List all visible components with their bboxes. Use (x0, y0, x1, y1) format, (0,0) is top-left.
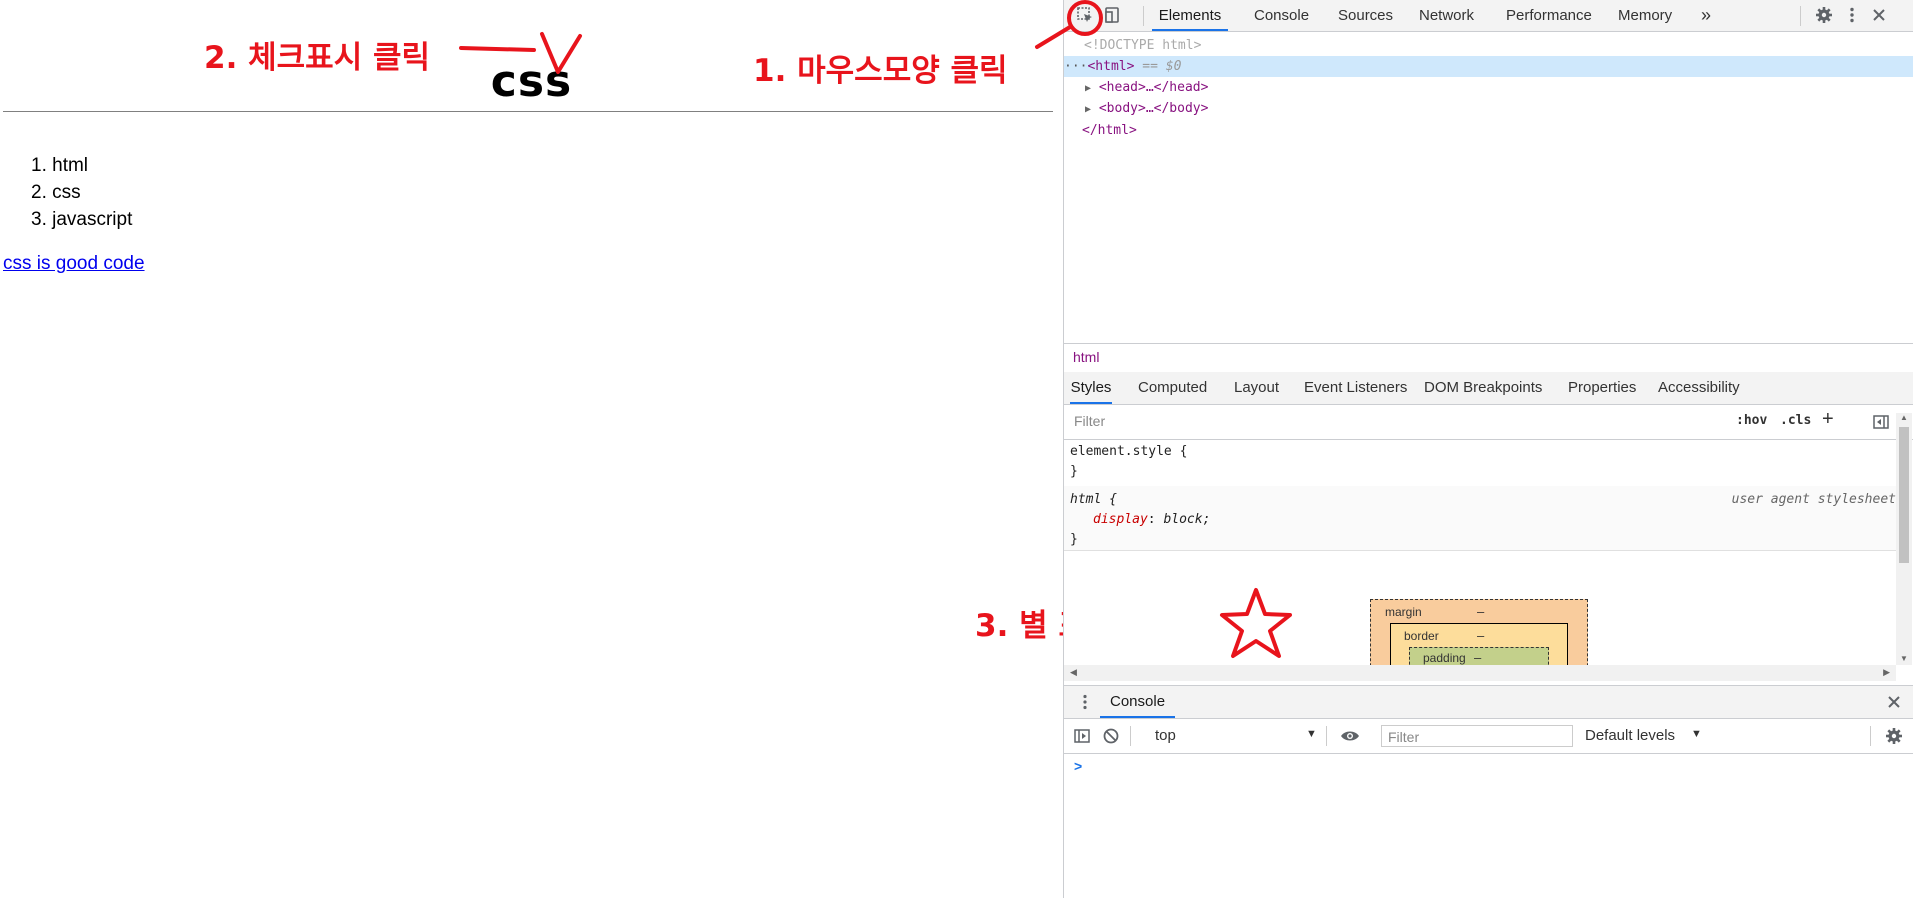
devtools-panel: Elements Console Sources Network Perform… (1063, 0, 1913, 899)
tab-layout[interactable]: Layout (1234, 372, 1279, 404)
style-property[interactable]: display: block; (1093, 510, 1210, 530)
clear-console-icon[interactable] (1100, 725, 1122, 747)
show-sidebar-icon[interactable] (1071, 725, 1093, 747)
html-user-agent-rule[interactable]: html { user agent stylesheet display: bl… (1064, 486, 1896, 551)
cls-button[interactable]: .cls (1780, 413, 1811, 428)
device-toolbar-icon[interactable] (1101, 4, 1123, 26)
horizontal-rule (3, 111, 1053, 112)
tab-accessibility[interactable]: Accessibility (1658, 372, 1740, 404)
list-item: 1. html (31, 155, 89, 176)
box-model-margin[interactable]: margin – border – padding – (1370, 599, 1588, 665)
elements-tree: <!DOCTYPE html> ···<html> == $0 ▶ <head>… (1064, 32, 1913, 342)
box-model-border[interactable]: border – padding – (1390, 623, 1568, 665)
toolbar-separator (1326, 726, 1327, 746)
scroll-left-arrow-icon[interactable]: ◀ (1070, 667, 1077, 678)
styles-vertical-scrollbar[interactable]: ▲ ▼ (1896, 413, 1912, 665)
box-model-padding[interactable]: padding – (1409, 647, 1549, 665)
tab-elements[interactable]: Elements (1152, 0, 1228, 31)
styles-subtabs: Styles Computed Layout Event Listeners D… (1064, 372, 1913, 405)
tab-performance[interactable]: Performance (1506, 0, 1592, 31)
tab-event-listeners[interactable]: Event Listeners (1304, 372, 1407, 404)
breadcrumb: html (1064, 343, 1913, 373)
context-selector[interactable]: top (1155, 727, 1176, 744)
tab-sources[interactable]: Sources (1338, 0, 1393, 31)
tab-computed[interactable]: Computed (1138, 372, 1207, 404)
user-agent-label: user agent stylesheet (1731, 492, 1896, 507)
toolbar-separator (1800, 6, 1801, 26)
ordered-list: 1. html 2. css 3. javascript (31, 152, 132, 233)
drawer-tabs: Console (1064, 686, 1913, 719)
tab-console[interactable]: Console (1254, 0, 1309, 31)
new-rule-button[interactable]: + (1822, 408, 1834, 431)
tab-properties[interactable]: Properties (1568, 372, 1636, 404)
kebab-menu-icon[interactable] (1841, 4, 1863, 26)
web-page: css 1. html 2. css 3. javascript css is … (0, 0, 1063, 898)
scroll-right-arrow-icon[interactable]: ▶ (1883, 667, 1890, 678)
console-settings-gear-icon[interactable] (1883, 725, 1905, 747)
gear-icon[interactable] (1813, 4, 1835, 26)
tree-html-close[interactable]: </html> (1064, 120, 1913, 141)
styles-filter-input[interactable]: Filter (1068, 410, 1722, 432)
scroll-up-arrow-icon[interactable]: ▲ (1900, 413, 1908, 422)
close-drawer-icon[interactable] (1883, 691, 1905, 713)
sidebar-toggle-icon[interactable] (1870, 411, 1892, 433)
more-tabs-button[interactable]: » (1701, 0, 1711, 31)
close-icon[interactable] (1868, 4, 1890, 26)
eye-icon[interactable] (1339, 725, 1361, 747)
list-item: 3. javascript (31, 209, 133, 230)
toolbar-separator (1143, 6, 1144, 26)
styles-pane: element.style { } html { user agent styl… (1064, 440, 1896, 665)
scroll-down-arrow-icon[interactable]: ▼ (1900, 654, 1908, 663)
chevron-down-icon[interactable]: ▼ (1306, 728, 1317, 740)
toolbar-separator (1870, 726, 1871, 746)
devtools-main-toolbar: Elements Console Sources Network Perform… (1064, 0, 1913, 32)
console-prompt[interactable]: > (1074, 758, 1082, 774)
chevron-down-icon[interactable]: ▼ (1691, 728, 1702, 740)
toolbar-separator (1130, 726, 1131, 746)
page-link[interactable]: css is good code (3, 253, 145, 275)
inspect-element-icon[interactable] (1074, 4, 1096, 26)
tree-html-selected[interactable]: ···<html> == $0 (1064, 56, 1913, 77)
console-drawer: Console top ▼ Filter Default levels ▼ > (1064, 685, 1913, 899)
hov-button[interactable]: :hov (1736, 413, 1767, 428)
breadcrumb-item-html[interactable]: html (1073, 349, 1099, 365)
annotation-step2: 2. 체크표시 클릭 (204, 40, 431, 76)
tree-doctype[interactable]: <!DOCTYPE html> (1064, 35, 1913, 56)
element-style-rule[interactable]: element.style { } (1064, 440, 1896, 487)
expand-triangle-icon[interactable]: ▶ (1085, 83, 1091, 94)
tab-styles[interactable]: Styles (1070, 372, 1112, 404)
tree-head[interactable]: ▶ <head>…</head> (1064, 77, 1913, 98)
tab-network[interactable]: Network (1419, 0, 1474, 31)
drawer-tab-console[interactable]: Console (1100, 686, 1176, 718)
tree-body[interactable]: ▶ <body>…</body> (1064, 98, 1913, 119)
annotation-step1: 1. 마우스모양 클릭 (753, 53, 1008, 89)
expand-triangle-icon[interactable]: ▶ (1085, 104, 1091, 115)
styles-horizontal-scrollbar[interactable]: ◀ ▶ (1064, 665, 1896, 681)
console-toolbar: top ▼ Filter Default levels ▼ (1064, 719, 1913, 754)
drawer-menu-icon[interactable] (1074, 691, 1096, 713)
log-levels-dropdown[interactable]: Default levels (1585, 727, 1675, 744)
console-filter-input[interactable]: Filter (1381, 725, 1573, 747)
tab-dom-breakpoints[interactable]: DOM Breakpoints (1424, 372, 1542, 404)
tab-memory[interactable]: Memory (1618, 0, 1672, 31)
styles-filter-row: Filter :hov .cls + (1064, 405, 1913, 440)
list-item: 2. css (31, 182, 81, 203)
scrollbar-thumb[interactable] (1899, 427, 1909, 563)
